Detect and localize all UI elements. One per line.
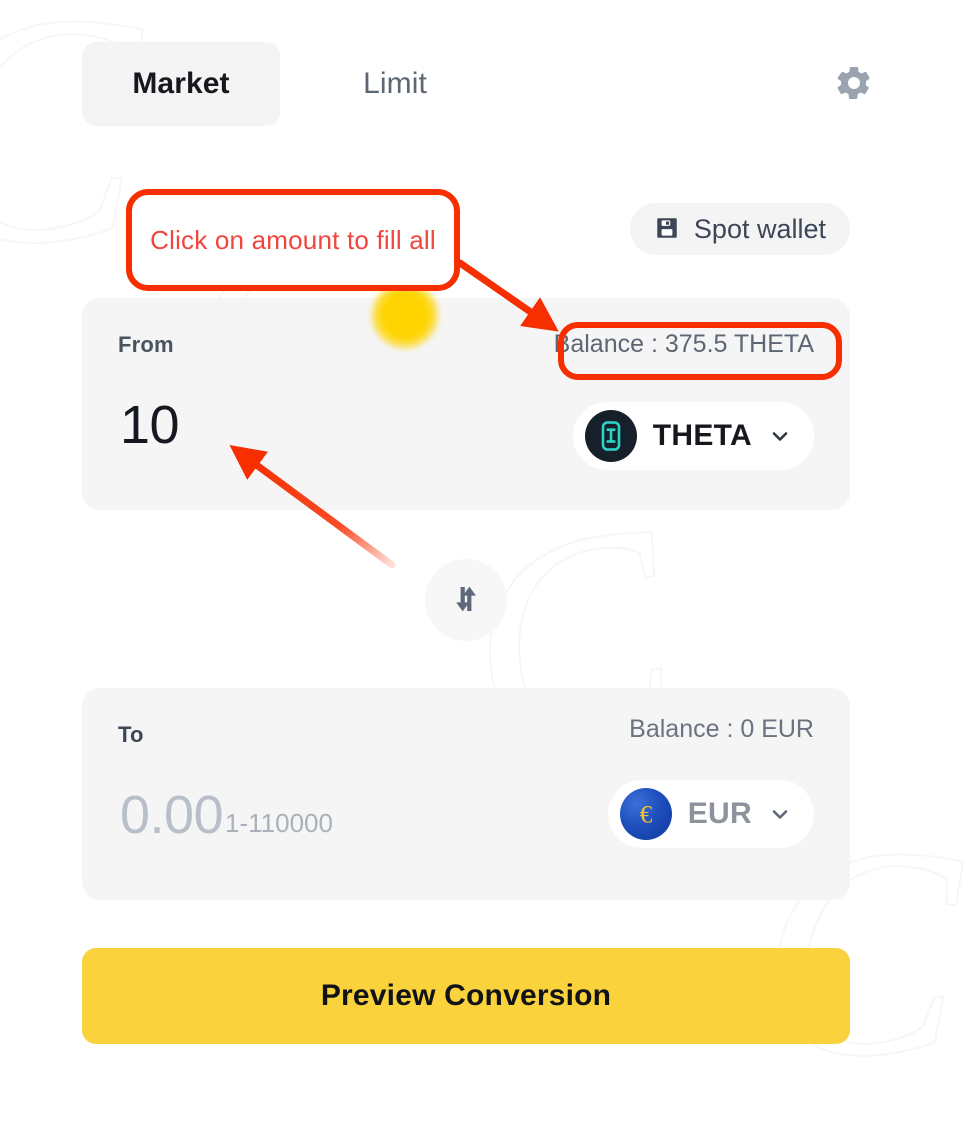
spot-wallet-selector[interactable]: Spot wallet [629,203,850,255]
to-amount-input[interactable]: 0.00 [120,788,224,842]
swap-vertical-arrows-icon [445,578,487,623]
spot-wallet-label: Spot wallet [693,213,826,244]
preview-conversion-button[interactable]: Preview Conversion [82,948,850,1044]
from-amount-input[interactable]: 10 [120,398,180,452]
from-label: From [118,332,174,357]
from-card: From Balance : 375.5 THETA 10 THETA [82,298,850,510]
to-card: To Balance : 0 EUR 0.00 1-110000 € EUR [82,688,850,900]
chevron-down-icon [768,424,792,448]
tab-limit[interactable]: Limit [296,42,494,126]
to-amount-range-hint: 1-110000 [225,808,333,838]
chevron-down-icon [768,802,792,826]
tab-market[interactable]: Market [82,42,280,126]
euro-coin-icon: € [619,788,672,840]
to-label: To [118,722,144,747]
convert-panel: Market Limit Spot wallet From Balance : … [0,0,976,1128]
order-type-tabs: Market Limit [82,42,894,126]
svg-text:€: € [640,802,653,829]
to-asset-selector[interactable]: € EUR [607,780,814,848]
from-balance[interactable]: Balance : 375.5 THETA [554,330,814,359]
settings-button[interactable] [824,54,884,114]
gear-icon [834,63,874,106]
to-asset-name: EUR [687,797,752,830]
wallet-icon [654,215,680,244]
from-asset-selector[interactable]: THETA [572,402,814,470]
from-asset-name: THETA [652,419,752,452]
to-balance: Balance : 0 EUR [629,715,814,743]
theta-token-icon [584,410,637,462]
swap-direction-button[interactable] [425,559,507,641]
